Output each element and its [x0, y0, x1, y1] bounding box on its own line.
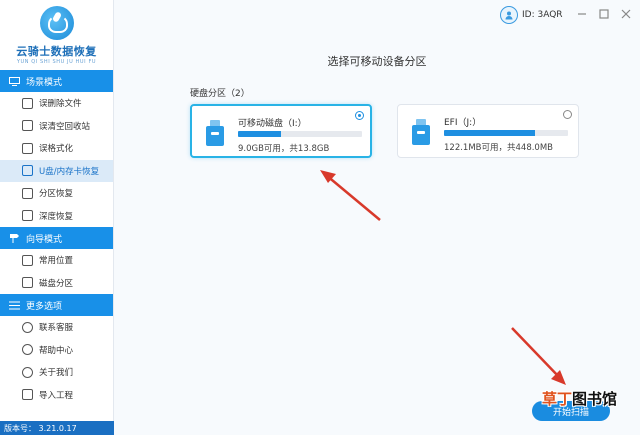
sidebar-item-label: 磁盘分区	[39, 278, 74, 289]
arrow-to-disk	[320, 170, 381, 221]
usb-drive-icon	[206, 120, 224, 146]
close-icon[interactable]	[620, 8, 632, 20]
partition-icon	[22, 187, 33, 199]
trash-icon	[22, 120, 33, 132]
sidebar-item-label: 深度恢复	[39, 211, 74, 222]
sidebar-item-label: U盘/内存卡恢复	[39, 166, 100, 177]
sidebar-item-deleted-files[interactable]: 误删除文件	[0, 92, 113, 115]
help-icon	[22, 344, 33, 356]
sidebar-item-partition-recovery[interactable]: 分区恢复	[0, 182, 113, 205]
deep-scan-icon	[22, 210, 33, 222]
arrow-to-start	[511, 327, 566, 385]
user-id: ID: 3AQR	[522, 10, 563, 20]
sidebar-item-label: 帮助中心	[39, 345, 74, 356]
section-title: 向导模式	[26, 234, 63, 245]
sidebar-item-label: 关于我们	[39, 368, 74, 379]
sidebar-item-usb-recovery[interactable]: U盘/内存卡恢复	[0, 159, 113, 182]
sidebar-item-label: 导入工程	[39, 390, 74, 401]
disk-radio[interactable]	[355, 111, 364, 120]
sidebar-item-common-locations[interactable]: 常用位置	[0, 249, 113, 272]
app-name: 云骑士数据恢复	[16, 45, 97, 58]
sidebar-item-contact-support[interactable]: 联系客服	[0, 316, 113, 339]
sidebar-item-label: 常用位置	[39, 256, 74, 267]
watermark-part1: 草丁	[542, 390, 573, 408]
disk-usage-bar	[238, 131, 362, 137]
sidebar-item-label: 误清空回收站	[39, 121, 91, 132]
disk-size: 122.1MB可用，共448.0MB	[444, 143, 553, 153]
file-icon	[22, 97, 33, 109]
drive-icon	[22, 277, 33, 289]
partition-group-label: 硬盘分区（2）	[190, 89, 250, 99]
sidebar: 云骑士数据恢复 YUN QI SHI SHU JU HUI FU 场景模式 误删…	[0, 0, 114, 435]
section-title: 场景模式	[26, 77, 63, 88]
section-scene-mode: 场景模式	[0, 70, 113, 92]
app-logo: 云骑士数据恢复 YUN QI SHI SHU JU HUI FU	[0, 0, 113, 70]
app-subtitle: YUN QI SHI SHU JU HUI FU	[16, 59, 97, 65]
user-avatar-icon[interactable]	[500, 6, 518, 24]
computer-icon	[22, 254, 33, 266]
page-title: 选择可移动设备分区	[327, 55, 427, 68]
section-more-options: 更多选项	[0, 294, 113, 316]
sidebar-item-help-center[interactable]: 帮助中心	[0, 339, 113, 362]
sidebar-item-import-project[interactable]: 导入工程	[0, 384, 113, 407]
section-wizard-mode: 向导模式	[0, 227, 113, 249]
headset-icon	[22, 321, 33, 333]
sidebar-item-format[interactable]: 误格式化	[0, 137, 113, 160]
disk-name: 可移动磁盘（I:）	[238, 119, 307, 129]
sidebar-item-disk-partitions[interactable]: 磁盘分区	[0, 272, 113, 295]
maximize-icon[interactable]	[598, 8, 610, 20]
disk-card-efi[interactable]: EFI（J:） 122.1MB可用，共448.0MB	[397, 104, 579, 158]
disk-size: 9.0GB可用，共13.8GB	[238, 144, 330, 154]
sidebar-item-deep-recovery[interactable]: 深度恢复	[0, 205, 113, 228]
version-label: 版本号： 3.21.0.17	[0, 421, 114, 435]
disk-name: EFI（J:）	[444, 118, 482, 128]
sidebar-item-label: 误格式化	[39, 144, 74, 155]
signpost-icon	[8, 234, 20, 243]
info-icon	[22, 366, 33, 378]
disk-card-removable[interactable]: 可移动磁盘（I:） 9.0GB可用，共13.8GB	[190, 104, 372, 158]
sidebar-item-recycle-bin[interactable]: 误清空回收站	[0, 115, 113, 138]
sidebar-item-about-us[interactable]: 关于我们	[0, 361, 113, 384]
watermark-part2: 图书馆	[572, 390, 618, 408]
logo-icon	[39, 6, 74, 40]
disk-radio[interactable]	[563, 110, 572, 119]
disk-usage-bar	[444, 130, 568, 136]
usb-icon	[22, 165, 33, 177]
usb-drive-icon	[412, 119, 430, 145]
watermark: 草丁图书馆	[542, 388, 617, 409]
sidebar-item-label: 分区恢复	[39, 189, 74, 200]
topbar: ID: 3AQR	[114, 0, 640, 34]
import-icon	[22, 389, 33, 401]
sidebar-item-label: 联系客服	[39, 323, 74, 334]
menu-icon	[8, 301, 20, 310]
section-title: 更多选项	[26, 301, 63, 312]
minimize-icon[interactable]	[576, 8, 588, 20]
window-controls	[576, 8, 632, 20]
disk-icon	[22, 142, 33, 154]
monitor-icon	[8, 76, 20, 86]
sidebar-item-label: 误删除文件	[39, 99, 82, 110]
